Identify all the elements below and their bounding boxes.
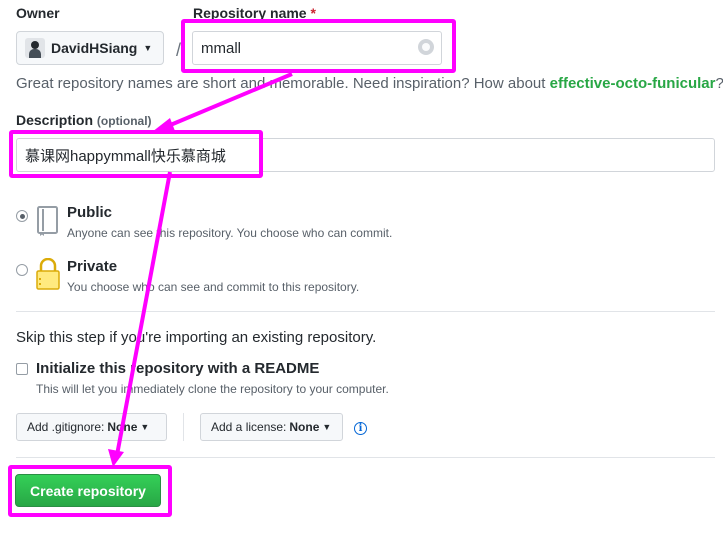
highlight-box-create (8, 465, 172, 517)
book-icon (35, 206, 61, 239)
gitignore-value: None (107, 420, 138, 434)
description-label: Description (optional) (16, 112, 152, 128)
optional-tag: (optional) (96, 114, 152, 128)
owner-dropdown[interactable]: DavidHSiang ▼ (16, 31, 164, 65)
name-suggestion-link[interactable]: effective-octo-funicular (550, 75, 716, 92)
license-value: None (289, 420, 320, 434)
private-radio[interactable] (16, 264, 28, 276)
skip-step-text: Skip this step if you're importing an ex… (16, 329, 377, 346)
info-icon[interactable]: i (354, 422, 367, 435)
highlight-box-repo-name (181, 19, 456, 73)
owner-name: DavidHSiang (51, 40, 138, 56)
chevron-down-icon: ▼ (140, 422, 150, 432)
divider (16, 311, 715, 312)
description-label-text: Description (16, 112, 94, 128)
highlight-box-description (9, 130, 263, 178)
gitignore-label: Add .gitignore: (27, 420, 105, 434)
repository-name-hint: Great repository names are short and mem… (16, 75, 723, 92)
readme-title: Initialize this repository with a README (36, 360, 320, 377)
public-radio[interactable] (16, 210, 28, 222)
readme-description: This will let you immediately clone the … (36, 382, 389, 396)
license-label: Add a license: (211, 420, 287, 434)
hint-text: Great repository names are short and mem… (16, 75, 550, 92)
divider (16, 457, 715, 458)
public-title: Public (67, 204, 113, 221)
chevron-down-icon: ▼ (143, 43, 153, 53)
gitignore-dropdown[interactable]: Add .gitignore: None ▼ (16, 413, 167, 441)
public-description: Anyone can see this repository. You choo… (67, 226, 393, 240)
license-dropdown[interactable]: Add a license: None ▼ (200, 413, 343, 441)
owner-label: Owner (16, 5, 60, 21)
private-description: You choose who can see and commit to thi… (67, 280, 360, 294)
chevron-down-icon: ▼ (322, 422, 332, 432)
avatar (25, 38, 45, 58)
readme-checkbox[interactable] (16, 363, 28, 375)
private-title: Private (67, 258, 118, 275)
hint-suffix: ? (715, 75, 723, 92)
lock-icon (35, 257, 61, 293)
select-separator (183, 413, 184, 441)
